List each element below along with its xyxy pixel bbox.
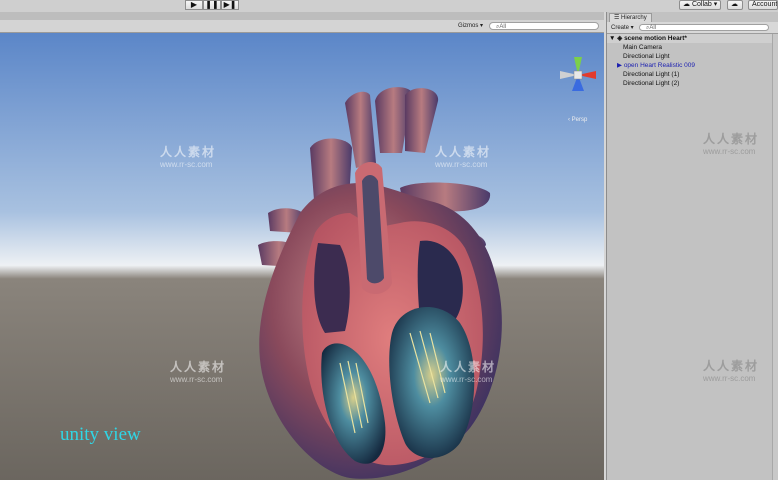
collab-label: Collab	[691, 1, 712, 8]
expand-arrow-icon[interactable]: ▼	[609, 35, 615, 42]
collab-button[interactable]: ☁ Collab ▾	[679, 0, 722, 10]
scene-search-input[interactable]: ⌕All	[489, 22, 599, 30]
scene-render	[0, 33, 604, 480]
step-icon: ▶❚	[223, 0, 237, 9]
create-dropdown[interactable]: Create ▾	[611, 24, 634, 31]
projection-label[interactable]: ‹ Persp	[568, 117, 587, 123]
hierarchy-item-label: open Heart Realistic 009	[623, 62, 695, 69]
hierarchy-item-label: Directional Light (1)	[623, 71, 680, 78]
hierarchy-item[interactable]: Directional Light (2)	[607, 79, 778, 88]
gizmos-label: Gizmos	[458, 23, 479, 29]
expand-arrow-icon[interactable]: ▶	[617, 62, 624, 69]
watermark: 人人素材 www.rr-sc.com	[703, 359, 760, 383]
hierarchy-item-label: Directional Light	[623, 53, 670, 60]
scene-view-panel: Gizmos ▾ ⌕All ‹ Persp unity view 人人素材 ww…	[0, 12, 604, 480]
step-button[interactable]: ▶❚	[221, 0, 239, 10]
hierarchy-item-prefab[interactable]: ▶ open Heart Realistic 009	[607, 61, 778, 70]
play-icon: ▶	[190, 0, 198, 9]
gizmos-dropdown[interactable]: Gizmos ▾	[458, 22, 483, 29]
pause-button[interactable]: ❚❚	[203, 0, 221, 10]
overlay-caption: unity view	[60, 424, 141, 445]
scene-search-placeholder: All	[499, 24, 507, 30]
list-icon: ☰	[614, 15, 622, 21]
watermark: 人人素材 www.rr-sc.com	[703, 132, 760, 156]
top-toolbar: ▶ ❚❚ ▶❚ ☁ Collab ▾ ☁ Account	[0, 0, 778, 12]
hierarchy-scrollbar[interactable]	[772, 34, 778, 480]
account-button[interactable]: Account	[748, 0, 778, 10]
cloud-button[interactable]: ☁	[727, 0, 743, 10]
scene-name: scene motion Heart*	[624, 35, 687, 42]
pause-icon: ❚❚	[205, 0, 219, 9]
cloud-sync-icon: ☁	[683, 1, 692, 8]
hierarchy-panel: ☰ Hierarchy Create ▾ ⌕All ▼ ◈ scene moti…	[606, 12, 778, 480]
cloud-icon: ☁	[731, 1, 738, 8]
scene-root-row[interactable]: ▼ ◈ scene motion Heart*	[607, 34, 777, 43]
hierarchy-tab-label: Hierarchy	[621, 15, 647, 21]
account-label: Account	[752, 1, 778, 8]
scene-viewport[interactable]: ‹ Persp unity view 人人素材 www.rr-sc.com 人人素…	[0, 33, 604, 480]
hierarchy-toolbar: Create ▾ ⌕All	[607, 22, 778, 34]
hierarchy-item-label: Directional Light (2)	[623, 80, 680, 87]
hierarchy-search-input[interactable]: ⌕All	[639, 24, 769, 31]
scene-orientation-gizmo[interactable]	[558, 53, 598, 97]
persp-label: Persp	[571, 117, 588, 123]
hierarchy-search-placeholder: All	[649, 25, 657, 31]
hierarchy-item[interactable]: Main Camera	[607, 43, 778, 52]
hierarchy-item[interactable]: Directional Light	[607, 52, 778, 61]
hierarchy-item[interactable]: Directional Light (1)	[607, 70, 778, 79]
hierarchy-item-label: Main Camera	[623, 44, 663, 51]
play-button[interactable]: ▶	[185, 0, 203, 10]
unity-scene-icon: ◈	[617, 35, 623, 42]
create-label: Create	[611, 25, 630, 31]
